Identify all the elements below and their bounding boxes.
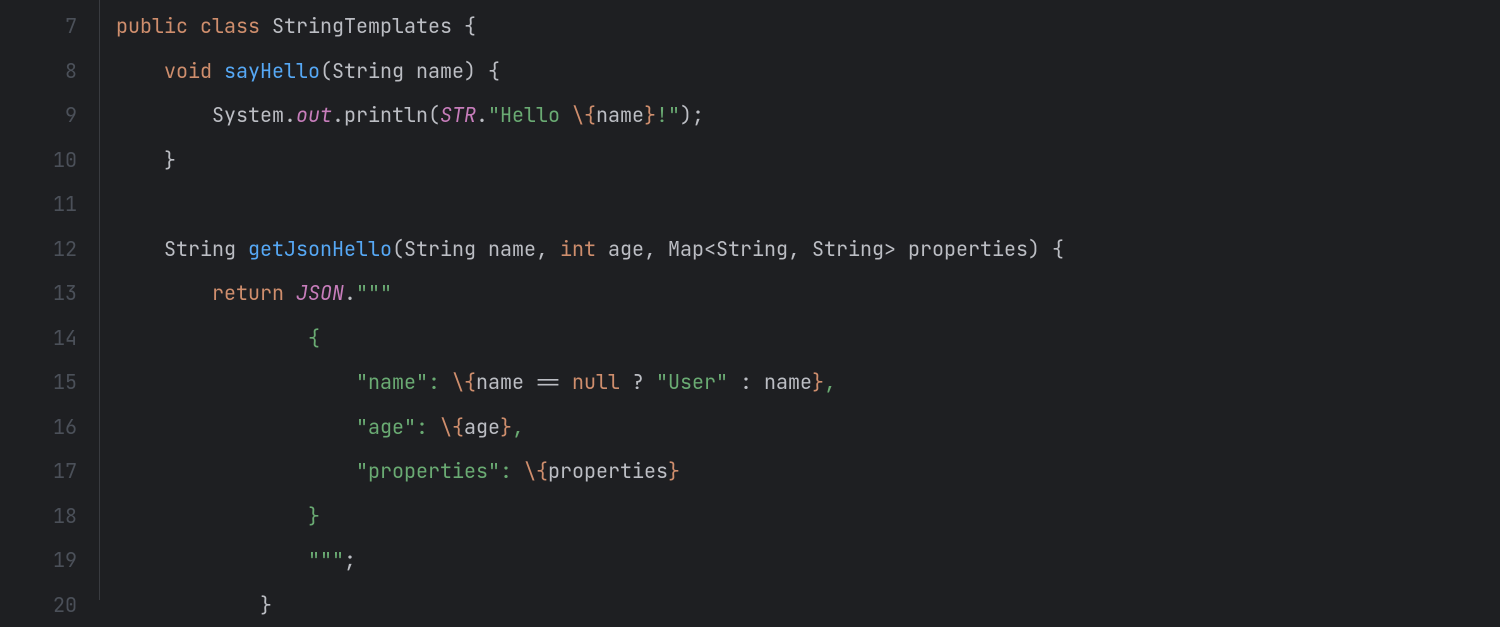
- token-str: ,: [512, 414, 524, 440]
- token-str: "name":: [356, 369, 452, 395]
- token-str: !": [656, 102, 680, 128]
- token-plain: ?: [632, 369, 656, 395]
- token-punct: }: [164, 147, 176, 173]
- line-number: 11: [0, 182, 77, 227]
- token-plain: .: [344, 280, 356, 306]
- token-plain: : name: [740, 369, 812, 395]
- token-fn: getJsonHello: [248, 236, 392, 262]
- token-kw: }: [500, 414, 512, 440]
- line-number: 7: [0, 4, 77, 49]
- token-static: out: [296, 102, 332, 128]
- code-editor[interactable]: 7891011121314151617181920 public class S…: [0, 0, 1500, 600]
- line-number: 15: [0, 360, 77, 405]
- token-kw: }: [644, 102, 656, 128]
- token-fn: sayHello: [224, 58, 320, 84]
- token-punct: }: [260, 592, 272, 618]
- token-kw: public: [116, 13, 200, 39]
- line-number: 18: [0, 494, 77, 539]
- token-kw: return: [212, 280, 296, 306]
- line-number: 9: [0, 93, 77, 138]
- code-line[interactable]: }: [116, 583, 1064, 627]
- token-kw: \{: [452, 369, 476, 395]
- token-plain: age, Map<String, String> properties) {: [608, 236, 1064, 262]
- line-number: 16: [0, 405, 77, 450]
- token-plain: properties: [548, 458, 668, 484]
- code-line[interactable]: }: [116, 494, 1064, 539]
- token-static: JSON: [296, 280, 344, 306]
- code-line[interactable]: System.out.println(STR."Hello \{name}!")…: [116, 93, 1064, 138]
- token-str: "User": [656, 369, 740, 395]
- line-number: 10: [0, 138, 77, 183]
- token-punct: {: [464, 13, 476, 39]
- code-line[interactable]: return JSON.""": [116, 271, 1064, 316]
- token-kw: void: [164, 58, 224, 84]
- token-kw: class: [200, 13, 272, 39]
- token-kw: \{: [524, 458, 548, 484]
- token-str: "Hello: [488, 102, 572, 128]
- token-str: {: [308, 325, 320, 351]
- token-type: String: [164, 236, 248, 262]
- token-kw: int: [560, 236, 608, 262]
- code-line[interactable]: """;: [116, 538, 1064, 583]
- line-number: 14: [0, 316, 77, 361]
- token-plain: .println(: [332, 102, 440, 128]
- line-number: 8: [0, 49, 77, 94]
- token-plain: (String name) {: [320, 58, 500, 84]
- token-str: "properties":: [356, 458, 524, 484]
- code-line[interactable]: public class StringTemplates {: [116, 4, 1064, 49]
- token-plain: (String name,: [392, 236, 560, 262]
- token-kw: \{: [572, 102, 596, 128]
- token-type: StringTemplates: [272, 13, 464, 39]
- code-line[interactable]: String getJsonHello(String name, int age…: [116, 227, 1064, 272]
- token-str: """: [308, 547, 344, 573]
- token-plain: age: [464, 414, 500, 440]
- code-line[interactable]: void sayHello(String name) {: [116, 49, 1064, 94]
- token-str: }: [308, 503, 320, 529]
- token-kw: \{: [440, 414, 464, 440]
- token-plain: ;: [344, 547, 356, 573]
- token-str: """: [356, 280, 392, 306]
- code-line[interactable]: "properties": \{properties}: [116, 449, 1064, 494]
- token-plain: System.: [212, 102, 296, 128]
- token-str: "age":: [356, 414, 440, 440]
- line-number: 12: [0, 227, 77, 272]
- token-plain: name: [596, 102, 644, 128]
- code-line[interactable]: {: [116, 316, 1064, 361]
- line-number: 17: [0, 449, 77, 494]
- token-plain: .: [476, 102, 488, 128]
- token-plain: name ==: [476, 369, 572, 395]
- line-number: 19: [0, 538, 77, 583]
- line-number-gutter: 7891011121314151617181920: [0, 0, 100, 600]
- code-area[interactable]: public class StringTemplates { void sayH…: [100, 0, 1064, 600]
- code-line[interactable]: }: [116, 138, 1064, 183]
- token-str: ,: [824, 369, 836, 395]
- code-line[interactable]: "age": \{age},: [116, 405, 1064, 450]
- token-plain: );: [680, 102, 704, 128]
- code-line[interactable]: [116, 182, 1064, 227]
- token-static: STR: [440, 102, 476, 128]
- line-number: 20: [0, 583, 77, 627]
- token-kw: }: [668, 458, 680, 484]
- token-kw: }: [812, 369, 824, 395]
- line-number: 13: [0, 271, 77, 316]
- code-line[interactable]: "name": \{name == null ? "User" : name},: [116, 360, 1064, 405]
- token-kw: null: [572, 369, 632, 395]
